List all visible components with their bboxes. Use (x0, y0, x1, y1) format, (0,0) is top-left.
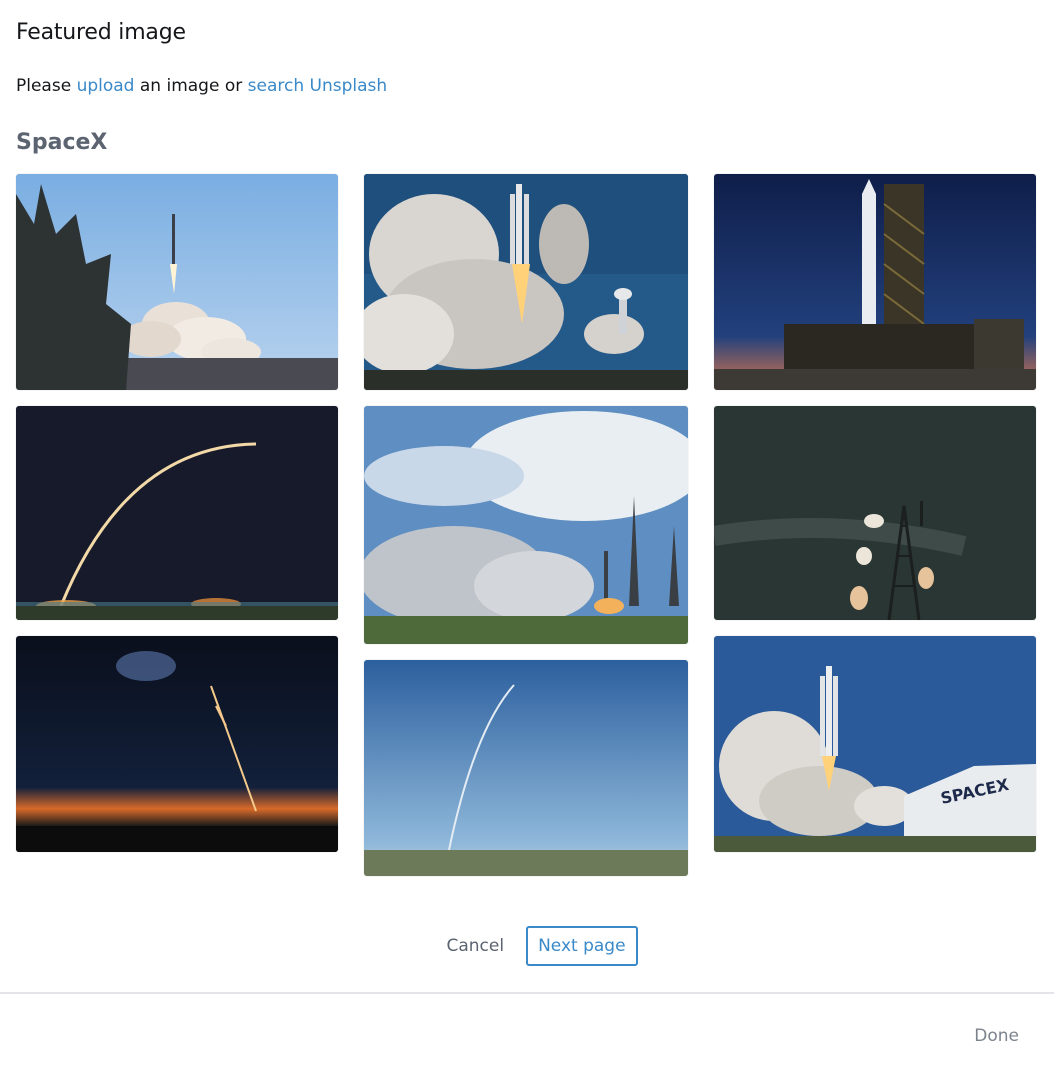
cloudy-launch-image (364, 406, 688, 644)
gallery-image-7[interactable] (16, 636, 338, 852)
gallery-image-1[interactable] (16, 174, 338, 390)
gallery-image-4[interactable] (16, 406, 338, 620)
pagination: Cancel Next page (0, 926, 1054, 966)
instructions-middle: an image or (139, 76, 243, 96)
upload-link[interactable]: upload (77, 76, 135, 96)
instructions-prefix: Please (16, 76, 72, 96)
gallery-image-2[interactable] (364, 174, 688, 390)
blue-sky-trail-image (364, 660, 688, 876)
gallery-image-5[interactable] (364, 406, 688, 644)
night-launch-arc-image (16, 406, 338, 620)
footer-divider (0, 992, 1054, 994)
falcon-heavy-smoke-image (364, 174, 688, 390)
antenna-tower-image (714, 406, 1036, 620)
dialog-title: Featured image (16, 20, 186, 45)
instructions: Please upload an image or search Unsplas… (16, 76, 387, 96)
launch-pad-dusk-image (714, 174, 1036, 390)
featured-image-dialog: Featured image Please upload an image or… (0, 0, 1054, 1078)
next-page-button[interactable]: Next page (526, 926, 638, 966)
search-unsplash-link[interactable]: search Unsplash (248, 76, 388, 96)
done-button[interactable]: Done (974, 1026, 1019, 1046)
launch-tree-image (16, 174, 338, 390)
search-query-heading: SpaceX (16, 130, 108, 155)
gallery-image-9[interactable]: SPACEX (714, 636, 1036, 852)
gallery-image-8[interactable] (364, 660, 688, 876)
spacex-hangar-launch-image: SPACEX (714, 636, 1036, 852)
night-horizon-trail-image (16, 636, 338, 852)
gallery-image-6[interactable] (714, 406, 1036, 620)
cancel-button[interactable]: Cancel (446, 936, 504, 956)
gallery-image-3[interactable] (714, 174, 1036, 390)
